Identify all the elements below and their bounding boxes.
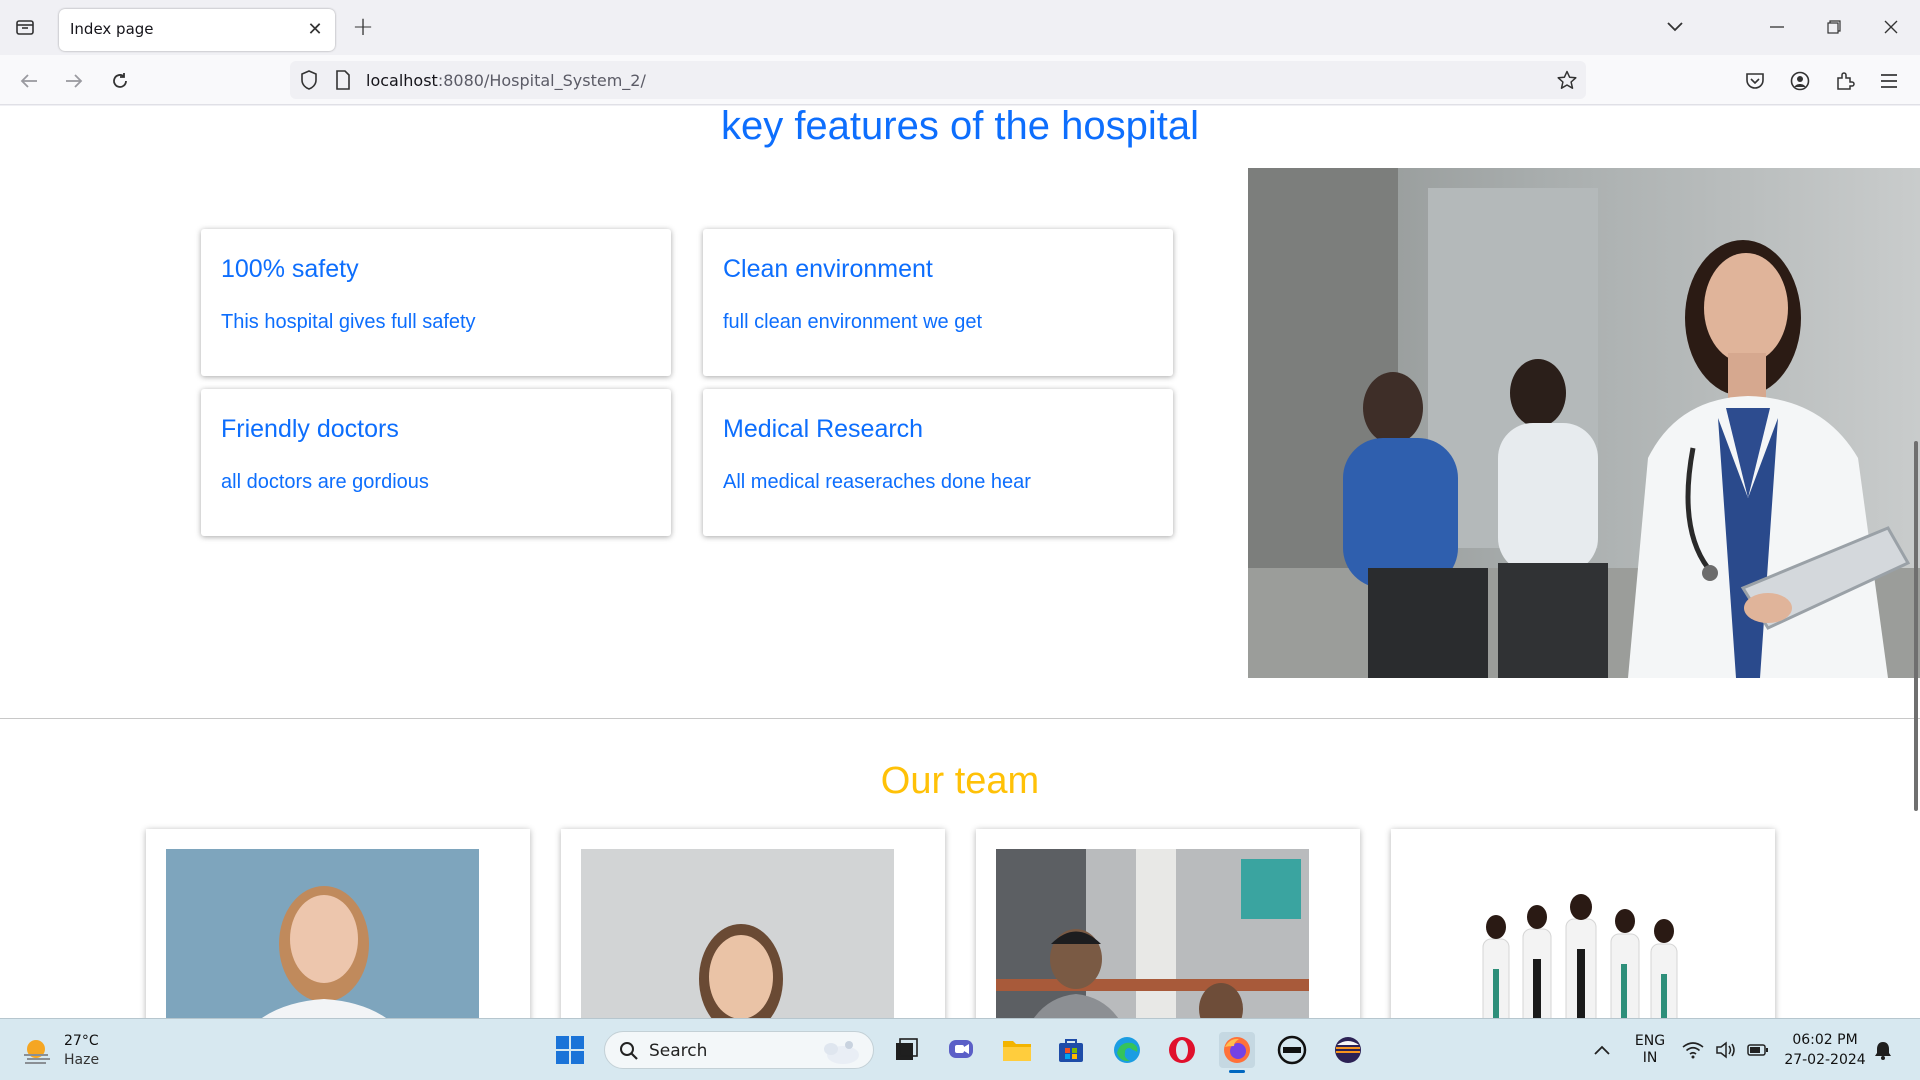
weather-condition: Haze bbox=[64, 1052, 100, 1068]
team-card bbox=[146, 829, 530, 1018]
language-line1: ENG bbox=[1634, 1033, 1666, 1049]
star-icon[interactable] bbox=[1556, 69, 1578, 91]
eclipse-icon[interactable] bbox=[1330, 1032, 1366, 1068]
url-text[interactable]: localhost:8080/Hospital_System_2/ bbox=[366, 71, 646, 90]
team-card bbox=[1391, 829, 1775, 1018]
url-host: localhost bbox=[366, 71, 438, 90]
notification-bell-icon[interactable] bbox=[1868, 1032, 1898, 1068]
tab-title: Index page bbox=[70, 20, 154, 38]
feature-card: Clean environment full clean environment… bbox=[703, 229, 1173, 376]
active-tab[interactable]: Index page ✕ bbox=[59, 9, 335, 51]
active-app-indicator bbox=[1229, 1070, 1245, 1073]
firefox-icon[interactable] bbox=[1219, 1032, 1255, 1073]
section-divider bbox=[0, 718, 1920, 719]
clock-time: 06:02 PM bbox=[1792, 1032, 1858, 1048]
doctor-image bbox=[1248, 168, 1920, 678]
feature-card-title: Clean environment bbox=[723, 255, 933, 283]
tab-bar: Index page ✕ + bbox=[0, 0, 1920, 55]
chat-icon[interactable] bbox=[943, 1032, 979, 1068]
search-icon bbox=[619, 1041, 639, 1065]
navigation-bar: localhost:8080/Hospital_System_2/ bbox=[0, 55, 1920, 105]
tab-list-icon[interactable] bbox=[12, 14, 38, 40]
team-card bbox=[561, 829, 945, 1018]
file-explorer-icon[interactable] bbox=[999, 1032, 1035, 1068]
wifi-icon[interactable] bbox=[1680, 1032, 1706, 1068]
clock-date: 27-02-2024 bbox=[1784, 1052, 1866, 1068]
plus-icon[interactable]: + bbox=[349, 12, 377, 42]
forward-icon[interactable] bbox=[59, 66, 89, 96]
feature-card-title: Medical Research bbox=[723, 415, 924, 443]
opera-icon[interactable] bbox=[1164, 1032, 1200, 1068]
dell-icon[interactable] bbox=[1274, 1032, 1310, 1068]
feature-card: 100% safety This hospital gives full saf… bbox=[201, 229, 671, 376]
sun-haze-icon bbox=[22, 1037, 52, 1069]
reload-icon[interactable] bbox=[105, 66, 135, 96]
account-icon[interactable] bbox=[1785, 66, 1815, 96]
feature-card-text: This hospital gives full safety bbox=[221, 311, 476, 333]
clock[interactable]: 06:02 PM 27-02-2024 bbox=[1782, 1030, 1868, 1070]
restore-icon[interactable] bbox=[1817, 10, 1851, 44]
team-member-image bbox=[166, 849, 479, 1018]
battery-icon[interactable] bbox=[1745, 1032, 1771, 1068]
url-bar[interactable]: localhost:8080/Hospital_System_2/ bbox=[290, 61, 1586, 99]
search-label: Search bbox=[649, 1041, 708, 1061]
search-highlight-icon bbox=[819, 1035, 863, 1071]
shield-icon[interactable] bbox=[298, 69, 320, 91]
window-close-icon[interactable] bbox=[1874, 10, 1908, 44]
chevron-down-icon[interactable] bbox=[1658, 10, 1692, 44]
chevron-up-icon[interactable] bbox=[1584, 1032, 1620, 1068]
task-view-icon[interactable] bbox=[888, 1032, 924, 1068]
language-line2: IN bbox=[1642, 1050, 1658, 1066]
features-title: key features of the hospital bbox=[720, 106, 1200, 148]
taskbar: 27°C Haze Search ENG IN 06:02 PM 27-02-2… bbox=[0, 1018, 1920, 1080]
windows-start-icon[interactable] bbox=[552, 1032, 588, 1068]
team-card bbox=[976, 829, 1360, 1018]
feature-card-title: Friendly doctors bbox=[221, 415, 399, 443]
edge-icon[interactable] bbox=[1109, 1032, 1145, 1068]
team-title: Our team bbox=[880, 760, 1040, 802]
weather-temperature: 27°C bbox=[64, 1033, 99, 1049]
team-member-image bbox=[1411, 849, 1724, 1018]
volume-icon[interactable] bbox=[1713, 1032, 1739, 1068]
feature-card: Medical Research All medical reaseraches… bbox=[703, 389, 1173, 536]
minimize-icon[interactable] bbox=[1760, 10, 1794, 44]
page-icon[interactable] bbox=[332, 69, 354, 91]
menu-icon[interactable] bbox=[1874, 66, 1904, 96]
feature-card-text: all doctors are gordious bbox=[221, 471, 429, 493]
feature-card-title: 100% safety bbox=[221, 255, 359, 283]
language-indicator[interactable]: ENG IN bbox=[1630, 1033, 1670, 1067]
store-icon[interactable] bbox=[1053, 1032, 1089, 1068]
extensions-icon[interactable] bbox=[1830, 66, 1860, 96]
back-icon[interactable] bbox=[14, 66, 44, 96]
team-member-image bbox=[996, 849, 1309, 1018]
team-member-image bbox=[581, 849, 894, 1018]
page-scrollbar[interactable] bbox=[1914, 441, 1918, 811]
url-path: :8080/Hospital_System_2/ bbox=[437, 71, 646, 90]
weather-widget[interactable]: 27°C Haze bbox=[20, 1031, 120, 1071]
feature-card-text: All medical reaseraches done hear bbox=[723, 471, 1031, 493]
pocket-icon[interactable] bbox=[1740, 66, 1770, 96]
feature-card: Friendly doctors all doctors are gordiou… bbox=[201, 389, 671, 536]
page-viewport: key features of the hospital 100% safety… bbox=[0, 106, 1920, 1018]
close-icon[interactable]: ✕ bbox=[303, 17, 327, 41]
taskbar-search[interactable]: Search bbox=[604, 1031, 874, 1069]
feature-card-text: full clean environment we get bbox=[723, 311, 983, 333]
